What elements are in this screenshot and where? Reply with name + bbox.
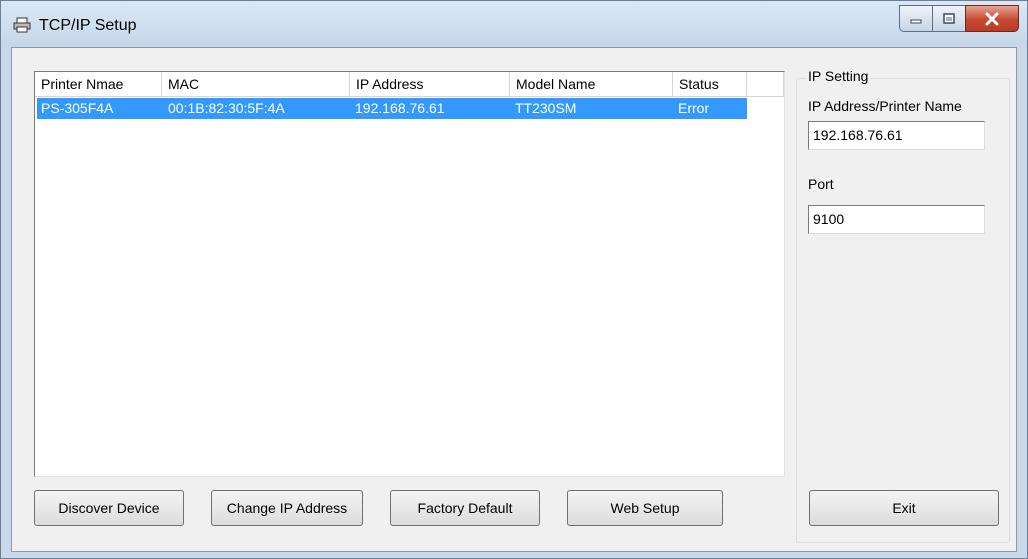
column-printer-name[interactable]: Printer Nmae	[35, 72, 162, 97]
port-field[interactable]: 9100	[808, 205, 985, 234]
close-icon	[966, 6, 1018, 31]
port-label: Port	[808, 176, 834, 192]
factory-default-button[interactable]: Factory Default	[390, 490, 540, 526]
maximize-button[interactable]	[932, 5, 966, 32]
title-bar[interactable]: TCP/IP Setup	[1, 1, 1027, 47]
table-row[interactable]: PS-305F4A 00:1B:82:30:5F:4A 192.168.76.6…	[37, 98, 747, 119]
minimize-icon	[900, 6, 932, 31]
change-ip-address-button[interactable]: Change IP Address	[211, 490, 363, 526]
tcpip-setup-window: TCP/IP Setup Printer Nmae MAC IP Address…	[0, 0, 1028, 559]
ip-setting-group-label: IP Setting	[806, 68, 871, 84]
printer-icon	[13, 17, 31, 33]
cell-ip-address: 192.168.76.61	[355, 100, 445, 116]
column-filler	[747, 72, 784, 97]
cell-mac: 00:1B:82:30:5F:4A	[168, 100, 285, 116]
maximize-icon	[933, 6, 965, 31]
column-ip-address[interactable]: IP Address	[350, 72, 510, 97]
ip-address-label: IP Address/Printer Name	[808, 98, 962, 114]
window-title: TCP/IP Setup	[39, 17, 137, 34]
dialog-client-area: Printer Nmae MAC IP Address Model Name S…	[11, 47, 1017, 552]
cell-status: Error	[678, 100, 710, 116]
exit-button[interactable]: Exit	[809, 490, 999, 526]
cell-printer-name: PS-305F4A	[41, 100, 114, 116]
column-mac[interactable]: MAC	[162, 72, 350, 97]
column-model-name[interactable]: Model Name	[510, 72, 673, 97]
web-setup-button[interactable]: Web Setup	[567, 490, 723, 526]
discover-device-button[interactable]: Discover Device	[34, 490, 184, 526]
ip-address-field[interactable]: 192.168.76.61	[808, 121, 985, 150]
minimize-button[interactable]	[899, 5, 933, 32]
column-status[interactable]: Status	[673, 72, 747, 97]
close-button[interactable]	[965, 5, 1019, 32]
caption-buttons	[899, 5, 1019, 33]
device-list-header: Printer Nmae MAC IP Address Model Name S…	[35, 72, 784, 97]
cell-model-name: TT230SM	[515, 100, 577, 116]
device-list[interactable]: Printer Nmae MAC IP Address Model Name S…	[34, 71, 785, 477]
